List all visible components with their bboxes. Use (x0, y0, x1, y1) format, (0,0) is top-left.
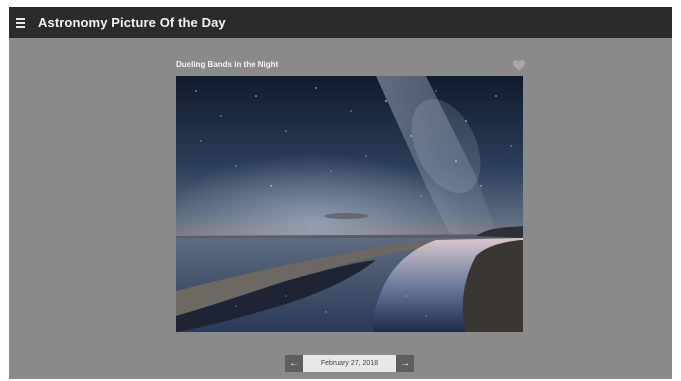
current-date[interactable]: February 27, 2018 (303, 355, 396, 372)
arrow-right-icon[interactable]: → (396, 355, 414, 372)
menu-bar-line (16, 17, 25, 20)
heart-icon[interactable] (513, 60, 525, 71)
app-title: Astronomy Picture Of the Day (38, 15, 226, 30)
hamburger-menu-icon[interactable] (16, 13, 36, 33)
arrow-left-icon[interactable]: ← (285, 355, 303, 372)
date-pager: ← February 27, 2018 → (285, 355, 414, 372)
menu-bar-line (16, 21, 25, 24)
picture-title: Dueling Bands in the Night (176, 60, 279, 69)
astronomy-photo (176, 76, 523, 332)
top-app-bar: Astronomy Picture Of the Day (9, 7, 672, 38)
menu-bar-line (16, 25, 25, 28)
app-window: Astronomy Picture Of the Day Dueling Ban… (9, 7, 672, 379)
